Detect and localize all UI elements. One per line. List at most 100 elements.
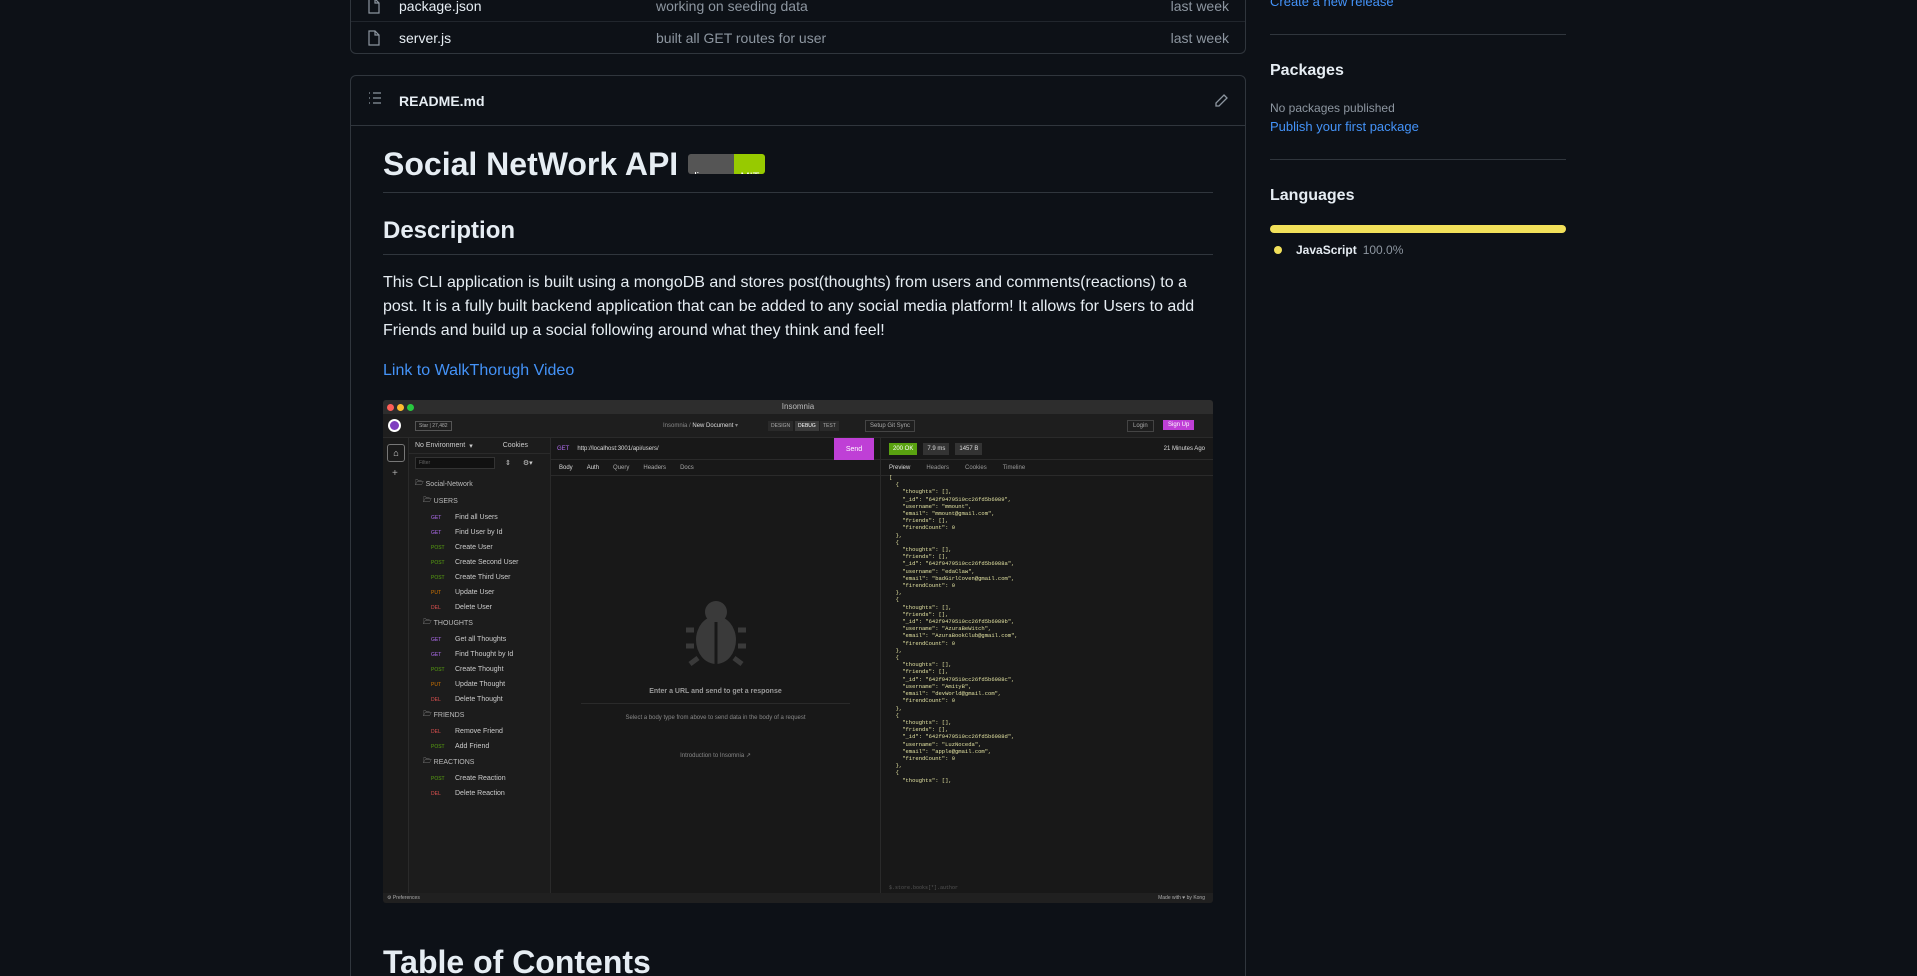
tab-headers: Headers [643,464,667,471]
request-name: Add Friend [455,743,490,750]
request-item: POST Create User [409,540,550,555]
request-name: Create Reaction [455,775,506,782]
request-item: PUT Update Thought [409,677,550,692]
license-badge[interactable]: licenseMIT [688,154,766,174]
http-method-tag: POST [431,559,445,566]
tab-preview: Preview [889,464,911,471]
filter-input: Filter [415,457,495,469]
app-toolbar: Star | 27,482 Insomnia / New Document ▾ … [383,414,1213,438]
description-heading: Description [383,201,1213,255]
language-percent: 100.0% [1362,243,1404,257]
language-bar [1270,225,1566,233]
folder-label: FRIENDS [433,712,465,719]
window-title: Insomnia [781,402,815,411]
badge-label: license [688,154,735,174]
http-method-tag: DEL [431,604,441,611]
left-rail: ⌂ + [383,438,409,893]
chevron-down-icon: ▾ [469,442,473,450]
workspace-name: Social-Network [425,481,473,488]
folder-label: THOUGHTS [433,620,473,627]
toc-heading: Table of Contents [383,944,651,976]
folder-reactions: 🗁 REACTIONS [409,754,550,771]
gear-icon: ⚙▾ [522,460,533,467]
status-badge: 200 OK [889,442,918,455]
http-method-tag: GET [431,636,442,643]
breadcrumb-doc: New Document [692,423,734,429]
intro-link-text: Introduction to Insomnia [680,753,745,759]
language-color-dot-icon [1274,246,1282,254]
request-name: Create Thought [455,666,504,673]
http-method-tag: POST [431,544,445,551]
git-sync-button: Setup Git Sync [865,420,916,432]
response-pane: 200 OK 7.9 ms 1457 B 21 Minutes Ago Prev… [881,438,1213,893]
thoughts-requests: GET Get all Thoughts GET Find Thought by Id… [409,632,550,707]
file-row[interactable]: server.js built all GET routes for user … [351,21,1245,53]
request-name: Find all Users [455,514,498,521]
packages-empty: No packages published [1270,101,1395,115]
packages-heading[interactable]: Packages [1270,62,1344,80]
tab-docs: Docs [680,464,694,471]
tab-test: TEST [820,421,839,431]
tab-resp-cookies: Cookies [965,464,987,471]
http-method-tag: GET [431,529,442,536]
http-method-tag: POST [431,775,445,782]
method-select: GET [557,445,570,452]
readme-filename[interactable]: README.md [399,93,485,109]
walkthrough-video-link[interactable]: Link to WalkThorugh Video [383,359,1213,383]
login-button: Login [1127,420,1154,432]
history-select: 21 Minutes Ago [1163,445,1205,452]
description-text: This CLI application is built using a mo… [383,274,1195,339]
http-method-tag: DEL [431,696,441,703]
request-item: POST Create Third User [409,570,550,585]
folder-icon: 🗁 [423,497,432,504]
users-requests: GET Find all Users GET Find User by Id POST C… [409,510,550,615]
http-method-tag: POST [431,666,445,673]
plus-icon: + [392,468,398,479]
file-icon [367,0,383,14]
bug-icon [684,598,748,670]
request-item: DEL Delete Reaction [409,786,550,801]
divider [1270,159,1566,160]
request-item: GET Find all Users [409,510,550,525]
pencil-icon[interactable] [1213,93,1229,109]
file-name[interactable]: server.js [399,30,656,46]
sort-icon: ⇕ [505,460,511,467]
outline-list-icon[interactable] [367,90,383,111]
request-name: Delete Thought [455,696,503,703]
publish-package-link[interactable]: Publish your first package [1270,119,1419,134]
folder-thoughts: 🗁 THOUGHTS [409,615,550,632]
folder-icon: 🗁 [423,711,432,718]
folder-friends: 🗁 FRIENDS [409,707,550,724]
insomnia-screenshot[interactable]: Insomnia Star | 27,482 Insomnia / New Do… [383,400,1213,903]
readme-header: README.md [351,76,1245,126]
request-item: GET Find User by Id [409,525,550,540]
size-badge: 1457 B [955,442,983,455]
cookies-button: Cookies [502,442,528,449]
window-titlebar: Insomnia [383,400,1213,414]
http-method-tag: POST [431,743,445,750]
readme-title: Social NetWork API licenseMIT [383,126,1213,193]
request-name: Remove Friend [455,728,503,735]
request-item: GET Find Thought by Id [409,647,550,662]
request-item: DEL Delete User [409,600,550,615]
request-item: POST Create Second User [409,555,550,570]
request-name: Delete User [455,604,492,611]
request-pane: GET http://localhost:3001/api/users/ Sen… [551,438,881,893]
url-input: http://localhost:3001/api/users/ [577,445,659,452]
commit-message[interactable]: working on seeding data [656,0,1125,14]
request-name: Find User by Id [455,529,503,536]
file-name[interactable]: package.json [399,0,656,14]
request-name: Update Thought [455,681,506,688]
readme-content: Social NetWork API licenseMIT Descriptio… [383,126,1213,383]
tab-resp-headers: Headers [926,464,950,471]
folder-icon: 🗁 [423,758,432,765]
breadcrumb: Insomnia / New Document ▾ [663,423,739,429]
file-row[interactable]: package.json working on seeding data las… [351,0,1245,21]
breadcrumb-app: Insomnia [663,423,688,429]
create-release-link[interactable]: Create a new release [1270,0,1394,9]
language-item[interactable]: JavaScript 100.0% [1270,243,1403,257]
tab-design: DESIGN [768,421,794,431]
commit-date: last week [1170,0,1229,14]
commit-message[interactable]: built all GET routes for user [656,30,1125,46]
insomnia-logo-icon [388,419,401,432]
